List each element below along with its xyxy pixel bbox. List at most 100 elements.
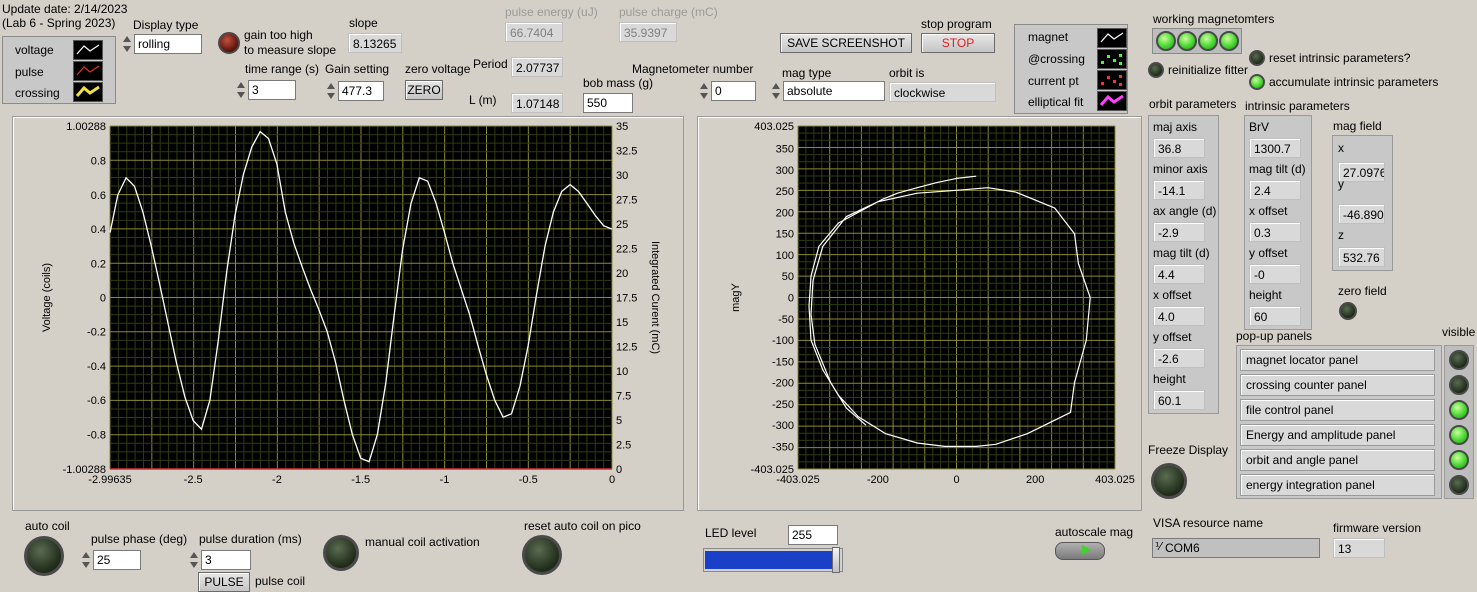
zero-field-led[interactable] (1339, 302, 1357, 320)
visible-toggle[interactable] (1449, 350, 1469, 370)
visa-io-icon: ⅟ (1155, 541, 1162, 553)
mag-type-select[interactable]: absolute (783, 81, 885, 101)
legend-elliptical-fit-swatch[interactable] (1097, 91, 1127, 111)
y2-tick-label: 25 (616, 219, 628, 231)
popup-panels-label: pop-up panels (1236, 329, 1313, 343)
visible-toggle[interactable] (1449, 475, 1469, 495)
pulse-phase-input[interactable]: 25 (93, 550, 141, 570)
led-level-slider[interactable] (703, 547, 843, 573)
y-tick-label: -350 (772, 441, 794, 453)
save-screenshot-button[interactable]: SAVE SCREENSHOT (780, 33, 912, 53)
pulse-duration-spinner[interactable] (189, 550, 199, 570)
intrinsic-parameters-label: intrinsic parameters (1245, 99, 1350, 113)
popup-panel-item[interactable]: magnet locator panel (1240, 349, 1435, 371)
orbit-param-label: maj axis (1153, 120, 1198, 134)
y2-tick-label: 17.5 (616, 293, 637, 305)
x-tick-label: -200 (867, 474, 889, 486)
led-level-label: LED level (705, 526, 757, 540)
mag-chart: -403.025 -200 0 200 403.025 403.025 350 300 250 2… (730, 121, 1135, 486)
pulse-duration-label: pulse duration (ms) (199, 532, 302, 546)
orbit-param-label: ax angle (d) (1153, 204, 1217, 218)
y2-tick-label: 2.5 (616, 440, 631, 452)
magnetometer-number-spinner[interactable] (699, 81, 709, 101)
popup-panel-item[interactable]: Energy and amplitude panel (1240, 424, 1435, 446)
orbit-param-label: mag tilt (d) (1153, 246, 1210, 260)
y-tick-label: 150 (776, 229, 794, 241)
time-range-label: time range (s) (245, 62, 320, 76)
visa-label: VISA resource name (1153, 516, 1264, 530)
reinitialize-fitter-led[interactable] (1148, 62, 1164, 78)
magnetometer-number-label: Magnetometer number (632, 62, 754, 76)
gain-setting-spinner[interactable] (326, 81, 336, 101)
legend-current-pt-swatch[interactable] (1097, 70, 1127, 90)
intrinsic-param-label: height (1249, 288, 1282, 302)
mag-plot-legend: magnet @crossing current pt elliptical f… (1014, 24, 1128, 114)
legend-pulse-swatch[interactable] (73, 61, 103, 81)
popup-panel-item[interactable]: energy integration panel (1240, 474, 1435, 496)
y2-tick-label: 27.5 (616, 195, 637, 207)
reset-auto-coil-button[interactable] (522, 535, 562, 575)
legend-magnet-swatch[interactable] (1097, 28, 1127, 48)
orbit-parameters-cluster: maj axis 36.8 minor axis -14.1 ax angle … (1148, 115, 1219, 414)
magnetometer-number-input[interactable]: 0 (711, 81, 756, 101)
stop-button[interactable]: STOP (921, 33, 995, 53)
reset-intrinsic-led[interactable] (1249, 50, 1265, 66)
visible-toggle[interactable] (1449, 400, 1469, 420)
popup-panel-item[interactable]: crossing counter panel (1240, 374, 1435, 396)
y-tick-label: 0 (788, 293, 794, 305)
mag-type-spinner[interactable] (771, 81, 781, 101)
pulse-energy-label: pulse energy (uJ) (505, 5, 598, 19)
mag-field-z-value: 532.76 (1338, 247, 1385, 267)
gain-setting-input[interactable]: 477.3 (338, 81, 384, 101)
auto-coil-label: auto coil (25, 519, 70, 533)
orbit-param-value: 4.0 (1153, 306, 1205, 326)
time-range-spinner[interactable] (236, 80, 246, 100)
y2-axis-label: Integrated Curent (mC) (649, 241, 661, 354)
accumulate-intrinsic-led[interactable] (1249, 74, 1265, 90)
visa-resource-field[interactable]: ⅟ COM6 (1152, 538, 1320, 558)
visible-toggle[interactable] (1449, 375, 1469, 395)
y-tick-label: -250 (772, 399, 794, 411)
orbit-param-label: minor axis (1153, 162, 1208, 176)
visible-label: visible (1442, 325, 1476, 339)
mag-field-x-label: x (1338, 141, 1344, 155)
display-type-spinner[interactable] (122, 34, 132, 54)
freeze-display-button[interactable] (1151, 463, 1187, 499)
popup-panel-item[interactable]: file control panel (1240, 399, 1435, 421)
autoscale-mag-toggle[interactable] (1055, 542, 1105, 560)
y-tick-label: -1.00288 (63, 464, 106, 476)
visible-toggle[interactable] (1449, 450, 1469, 470)
accumulate-intrinsic-label: accumulate intrinsic parameters (1269, 75, 1439, 89)
visa-value: COM6 (1165, 541, 1200, 555)
manual-coil-button[interactable] (323, 535, 359, 571)
time-range-input[interactable]: 3 (248, 80, 296, 100)
magnetometer-led (1177, 31, 1197, 51)
legend-voltage-label: voltage (15, 43, 54, 57)
y-tick-label: 403.025 (754, 121, 794, 133)
popup-panel-item[interactable]: orbit and angle panel (1240, 449, 1435, 471)
pulse-button[interactable]: PULSE (198, 572, 250, 592)
legend-crossing-mag-swatch[interactable] (1097, 49, 1127, 69)
mag-field-y-label: y (1338, 177, 1344, 191)
magnetometer-led (1156, 31, 1176, 51)
y-tick-label: 0.8 (91, 156, 106, 168)
legend-crossing-swatch[interactable] (73, 82, 103, 102)
zero-field-label: zero field (1338, 284, 1387, 298)
bob-mass-input[interactable]: 550 (583, 93, 633, 113)
mag-field-cluster: x 27.0976 y -46.8907 z 532.76 (1332, 135, 1393, 271)
intrinsic-param-value: 1300.7 (1249, 138, 1301, 158)
pulse-phase-spinner[interactable] (81, 550, 91, 570)
y-tick-label: -200 (772, 378, 794, 390)
bob-mass-label: bob mass (g) (583, 76, 654, 90)
intrinsic-param-value: 60 (1249, 306, 1301, 326)
legend-voltage-swatch[interactable] (73, 40, 103, 60)
visible-toggle[interactable] (1449, 425, 1469, 445)
auto-coil-button[interactable] (24, 536, 64, 576)
gain-setting-label: Gain setting (325, 62, 390, 76)
display-type-select[interactable]: rolling (134, 34, 202, 54)
led-level-input[interactable]: 255 (788, 525, 838, 545)
led-level-thumb[interactable] (832, 547, 840, 573)
gain-warning-line1: gain too high (244, 28, 313, 42)
zero-voltage-button[interactable]: ZERO (405, 80, 443, 100)
pulse-duration-input[interactable]: 3 (201, 550, 251, 570)
